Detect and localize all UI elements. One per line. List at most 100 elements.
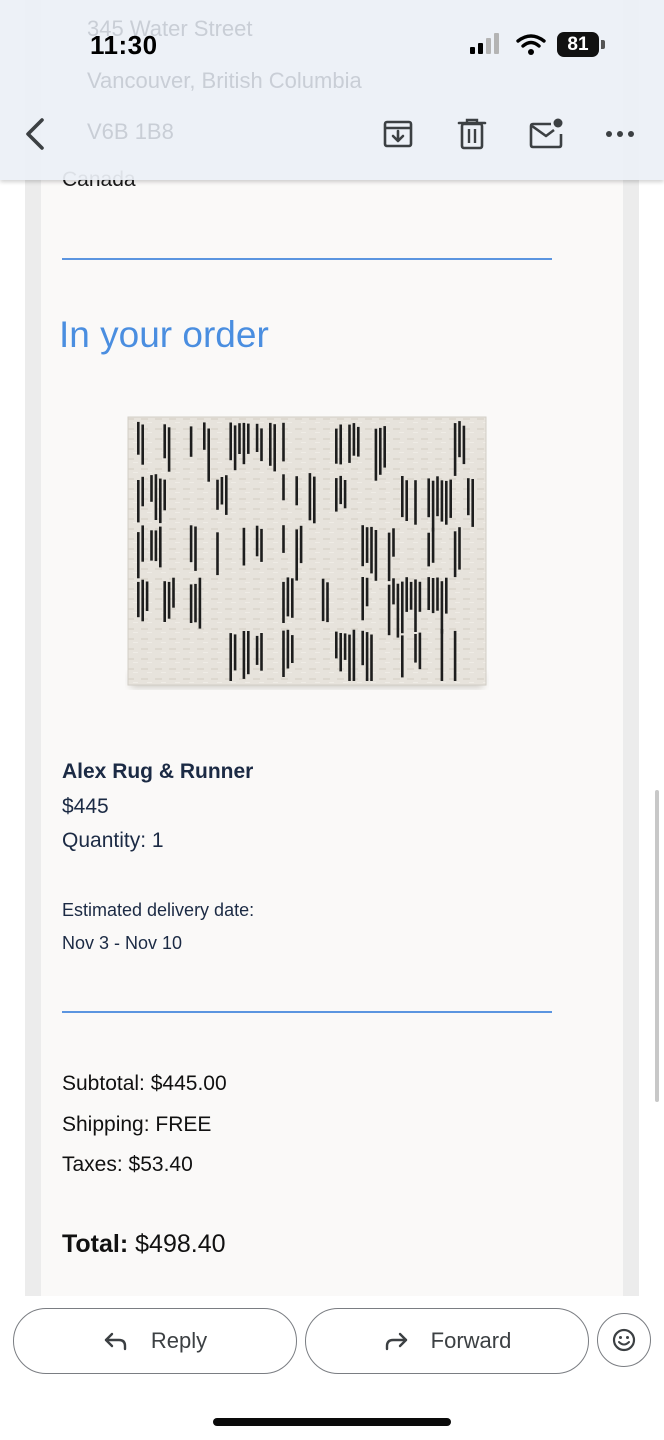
rug-stripe xyxy=(383,426,386,468)
rug-stripe xyxy=(462,425,466,465)
rug-stripe xyxy=(414,480,417,525)
rug-stripe xyxy=(225,475,228,515)
rug-stripe xyxy=(167,427,171,472)
rug-stripe xyxy=(418,632,422,670)
rug-stripe xyxy=(255,525,259,557)
rug-stripe xyxy=(247,631,250,675)
rug-stripe xyxy=(260,633,263,671)
rug-image[interactable] xyxy=(125,415,489,690)
rug-stripe xyxy=(308,473,312,521)
rug-stripe xyxy=(238,423,241,454)
rug-stripe xyxy=(335,478,338,512)
order-total: Total: $498.40 xyxy=(62,1230,226,1259)
reply-button[interactable]: Reply xyxy=(13,1308,297,1374)
rug-stripe xyxy=(467,478,470,516)
rug-stripe xyxy=(216,479,219,510)
archive-icon[interactable] xyxy=(382,118,414,150)
rug-stripe xyxy=(137,581,140,618)
rug-stripe xyxy=(405,577,408,612)
more-icon[interactable] xyxy=(604,124,636,144)
top-toolbar: 345 Water Street Vancouver, British Colu… xyxy=(0,0,664,180)
rug-stripe xyxy=(431,578,435,614)
rug-stripe xyxy=(295,529,298,581)
rug-stripe xyxy=(387,584,391,636)
rug-stripe xyxy=(282,630,285,677)
rug-stripe xyxy=(313,476,316,524)
delete-icon[interactable] xyxy=(456,117,488,151)
rug-stripe xyxy=(163,479,166,511)
rug-stripe xyxy=(414,634,417,663)
rug-stripe xyxy=(414,579,417,632)
rug-stripe xyxy=(392,528,395,557)
scrollbar[interactable] xyxy=(655,790,659,1102)
back-icon[interactable] xyxy=(18,114,54,154)
rug-stripe xyxy=(427,478,430,518)
rug-stripe xyxy=(255,423,259,452)
rug-stripe xyxy=(409,581,413,610)
delivery-label: Estimated delivery date: xyxy=(62,900,255,920)
rug-stripe xyxy=(431,480,435,532)
rug-stripe xyxy=(255,635,259,665)
rug-stripe xyxy=(335,428,338,464)
rug-stripe xyxy=(370,634,373,681)
rug-stripe xyxy=(286,577,290,617)
reply-icon xyxy=(104,1332,127,1351)
rug-stripe xyxy=(396,583,400,638)
mark-unread-icon[interactable] xyxy=(528,117,566,151)
rug-stripe xyxy=(458,527,461,570)
subtotal: Subtotal: $445.00 xyxy=(62,1072,227,1095)
rug-stripe xyxy=(189,525,193,563)
rug-stripe xyxy=(154,474,158,520)
product-name[interactable]: Alex Rug & Runner xyxy=(62,760,253,784)
emoji-reaction-button[interactable] xyxy=(597,1313,651,1367)
rug-stripe xyxy=(374,428,378,481)
divider xyxy=(62,1011,552,1013)
rug-stripe xyxy=(445,480,448,525)
rug-stripe xyxy=(242,422,246,465)
rug-stripe xyxy=(321,578,325,622)
rug-stripe xyxy=(427,577,430,610)
forward-label: Forward xyxy=(430,1328,512,1353)
rug-stripe xyxy=(163,581,166,622)
rug-stripe xyxy=(141,525,144,562)
rug-stripe xyxy=(145,581,149,611)
forward-button[interactable]: Forward xyxy=(305,1308,589,1374)
rug-stripe xyxy=(242,527,246,566)
rug-stripe xyxy=(282,474,285,501)
rug-stripe xyxy=(242,631,246,679)
rug-stripe xyxy=(172,577,175,608)
rug-stripe xyxy=(282,581,285,623)
rug-stripe xyxy=(159,526,162,568)
rug-stripe xyxy=(282,422,285,462)
rug-stripe xyxy=(405,480,408,521)
rug-stripe xyxy=(440,581,444,634)
rug-stripe xyxy=(471,479,474,527)
rug-stripe xyxy=(453,630,457,681)
rug-stripe xyxy=(269,422,272,466)
rug-stripe xyxy=(137,532,140,579)
rug-stripe xyxy=(203,422,206,450)
delivery-date: Nov 3 - Nov 10 xyxy=(62,933,183,953)
product-price: $445 xyxy=(62,795,109,818)
signal-wifi-icon xyxy=(470,33,546,55)
rug-stripe xyxy=(137,421,140,455)
rug-stripe xyxy=(282,525,285,553)
reply-label: Reply xyxy=(150,1328,208,1353)
rug-stripe xyxy=(379,427,382,475)
rug-stripe xyxy=(299,525,303,564)
rug-stripe xyxy=(295,476,298,506)
home-indicator xyxy=(213,1418,451,1426)
rug-stripe xyxy=(233,425,237,471)
rug-stripe xyxy=(365,632,369,681)
email-body[interactable]: Canada In your order Alex Rug & Runner $… xyxy=(0,0,664,1296)
rug-stripe xyxy=(194,526,197,571)
rug-stripe xyxy=(150,530,153,561)
rug-stripe xyxy=(365,577,369,607)
rug-stripe xyxy=(361,525,364,567)
address-city: Vancouver, British Columbia xyxy=(87,68,362,93)
battery-nub xyxy=(601,40,605,49)
status-time: 11:30 xyxy=(90,30,158,60)
rug-stripe xyxy=(198,577,202,629)
rug-stripe xyxy=(401,635,404,678)
rug-stripe xyxy=(216,532,219,576)
